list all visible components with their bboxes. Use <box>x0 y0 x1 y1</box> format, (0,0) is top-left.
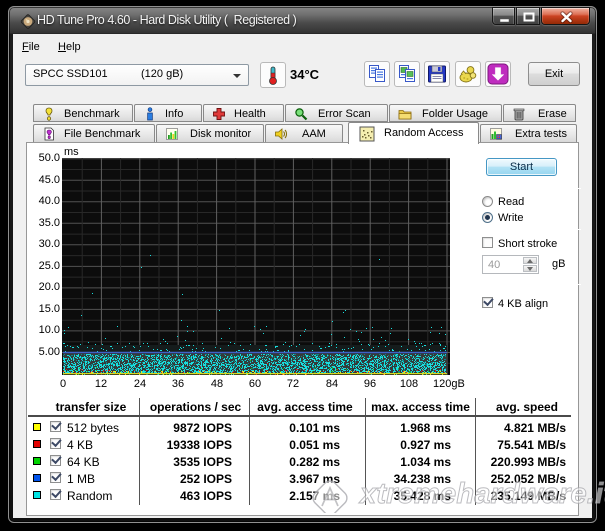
svg-text:xtremehardware.it: xtremehardware.it <box>358 478 605 510</box>
